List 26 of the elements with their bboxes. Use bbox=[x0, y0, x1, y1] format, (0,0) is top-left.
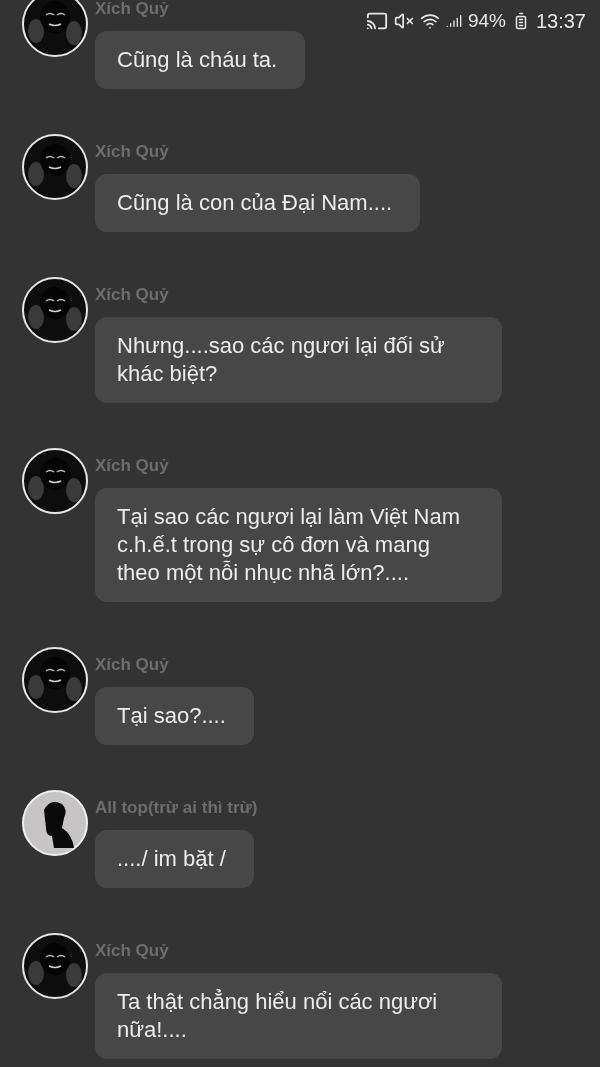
sender-name: Xích Quỷ bbox=[95, 0, 170, 19]
sender-name: Xích Quỷ bbox=[95, 285, 170, 305]
mute-icon bbox=[393, 11, 414, 31]
sender-name: Xích Quỷ bbox=[95, 655, 170, 675]
message-bubble: ..../ im bặt / bbox=[95, 830, 254, 888]
sender-name: Xích Quỷ bbox=[95, 941, 170, 961]
clock: 13:37 bbox=[535, 9, 586, 34]
message-bubble: Tại sao?.... bbox=[95, 687, 254, 745]
battery-percent: 94% bbox=[467, 8, 506, 33]
cast-icon bbox=[365, 10, 388, 32]
avatar bbox=[22, 647, 88, 713]
message-bubble: Cũng là con của Đại Nam.... bbox=[95, 174, 421, 232]
avatar bbox=[22, 277, 88, 343]
wifi-icon bbox=[419, 11, 440, 31]
message-bubble: Nhưng....sao các ngươi lại đối sử khác biệt? bbox=[95, 317, 502, 403]
message-bubble: Cũng là cháu ta. bbox=[95, 31, 306, 89]
sender-name: Xích Quỷ bbox=[95, 142, 170, 162]
avatar bbox=[22, 134, 88, 200]
avatar bbox=[22, 448, 88, 514]
avatar bbox=[22, 790, 88, 856]
sender-name: Xích Quỷ bbox=[95, 456, 170, 476]
avatar bbox=[22, 933, 88, 999]
signal-icon bbox=[445, 13, 462, 29]
message-bubble: Tại sao các ngươi lại làm Việt Nam c.h.ế.t trong sự cô đơn và mang theo một nỗi nhục nhã lớn?.... bbox=[95, 488, 502, 602]
message-bubble: Ta thật chẳng hiểu nổi các ngươi nữa!.... bbox=[95, 973, 502, 1059]
sender-name: All top(trừ ai thì trừ) bbox=[95, 798, 258, 818]
